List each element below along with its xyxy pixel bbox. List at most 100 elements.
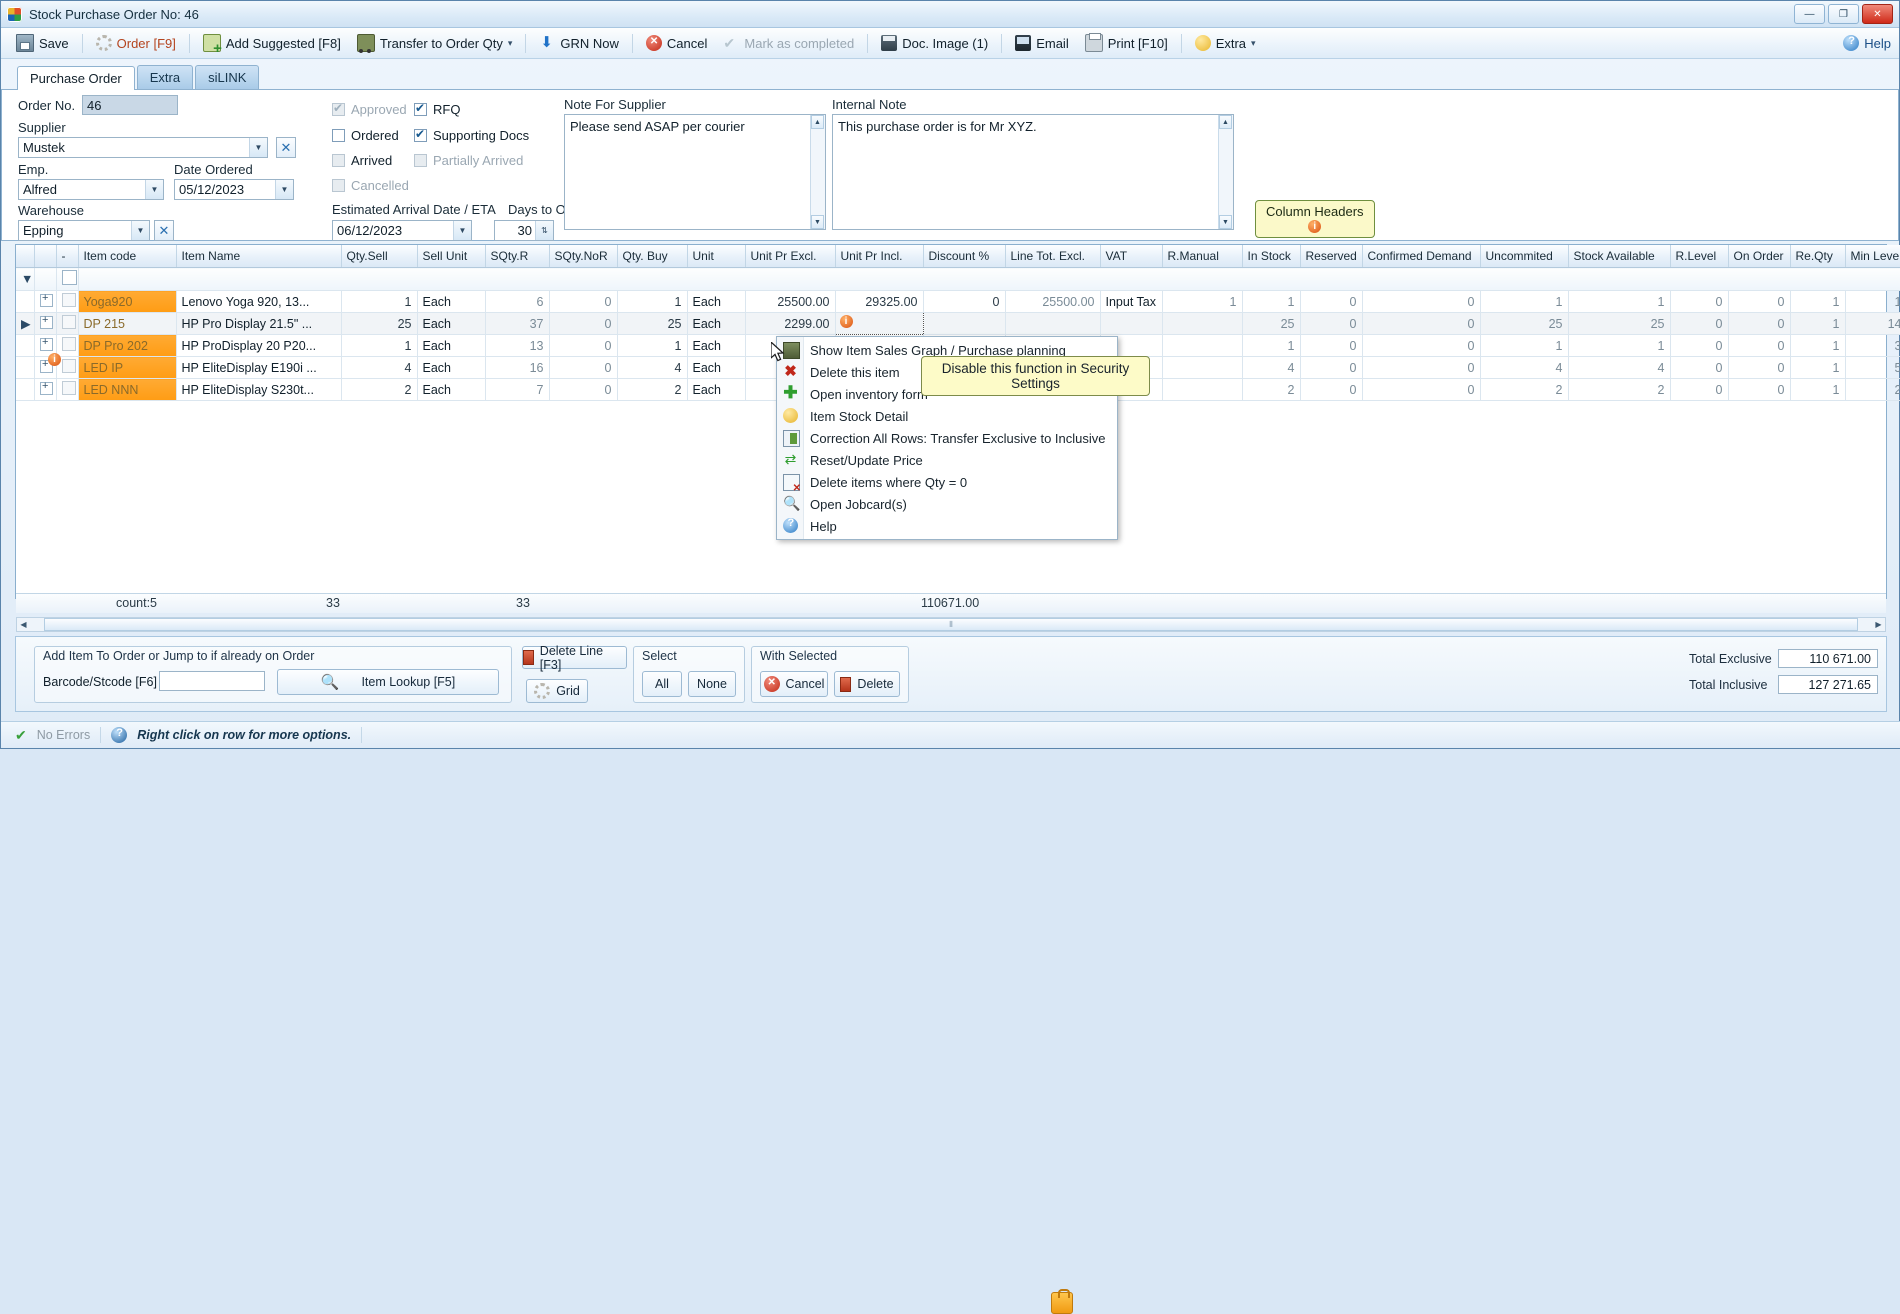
cell-sqty-nor[interactable]: 0 — [549, 356, 618, 379]
cell-sqty-r[interactable]: 37 — [485, 312, 550, 335]
checkbox-supporting-docs-box[interactable] — [414, 127, 427, 142]
cell-r-manual[interactable] — [1162, 356, 1243, 379]
expand-plus-icon[interactable] — [39, 336, 53, 351]
header-line-tot-excl[interactable]: Line Tot. Excl. — [1005, 245, 1101, 268]
supplier-combo[interactable]: Mustek ▼ — [18, 137, 268, 158]
cancel-button[interactable]: Cancel — [639, 32, 714, 54]
cell-sqty-r[interactable]: 7 — [485, 378, 550, 401]
checkbox-approved[interactable]: Approved — [332, 101, 407, 117]
cell-item-name[interactable]: HP EliteDisplay E190i ... — [176, 356, 342, 379]
row-checkbox[interactable] — [56, 334, 79, 357]
cell-in-stock[interactable]: 4 — [1242, 356, 1301, 379]
eta-date-field[interactable]: 06/12/2023 ▼ — [332, 220, 472, 241]
cell-item-name[interactable]: HP EliteDisplay S230t... — [176, 378, 342, 401]
cell-sqty-nor[interactable]: 0 — [549, 378, 618, 401]
header-item-code[interactable]: Item code — [78, 245, 177, 268]
row-expander[interactable] — [34, 290, 57, 313]
cell-sell-unit[interactable]: Each — [417, 290, 486, 313]
cell-uncommited[interactable]: 1 — [1480, 290, 1569, 313]
row-checkbox[interactable] — [56, 312, 79, 335]
cell-r-level[interactable]: 0 — [1670, 356, 1729, 379]
scroll-down-icon[interactable]: ▼ — [811, 215, 824, 229]
cell-min-level[interactable]: 2 — [1845, 378, 1900, 401]
header-min-level[interactable]: Min Level — [1845, 245, 1900, 268]
header-reserved[interactable]: Reserved — [1300, 245, 1363, 268]
checkbox-ordered[interactable]: Ordered — [332, 128, 399, 143]
cell-confirmed-demand[interactable]: 0 — [1362, 334, 1481, 357]
cell-discount[interactable] — [923, 312, 1006, 335]
row-expander[interactable] — [34, 378, 57, 401]
menu-item-delete-items-qty-zero[interactable]: Delete items where Qty = 0 — [777, 471, 1117, 494]
cell-reserved[interactable]: 0 — [1300, 378, 1363, 401]
note-for-supplier-field[interactable]: Please send ASAP per courier ▲ ▼ — [564, 114, 826, 230]
spinner-icon[interactable]: ⇅ — [535, 221, 553, 240]
header-on-order[interactable]: On Order — [1728, 245, 1791, 268]
cell-item-code[interactable]: DP Pro 202 — [78, 334, 177, 357]
cell-stock-available[interactable]: 4 — [1568, 356, 1671, 379]
date-ordered-field[interactable]: 05/12/2023 ▼ — [174, 179, 294, 200]
menu-item-item-stock-detail[interactable]: Item Stock Detail — [777, 405, 1117, 427]
cell-unit-pr-incl[interactable]: 29325.00 — [835, 290, 924, 313]
cell-sell-unit[interactable]: Each — [417, 312, 486, 335]
scroll-up-icon[interactable]: ▲ — [811, 115, 824, 129]
transfer-to-order-qty-button[interactable]: Transfer to Order Qty ▾ — [350, 31, 520, 55]
header-uncommited[interactable]: Uncommited — [1480, 245, 1569, 268]
extra-button[interactable]: Extra ▾ — [1188, 32, 1263, 54]
cell-item-code[interactable]: LED NNN — [78, 378, 177, 401]
item-lookup-button[interactable]: 🔍 Item Lookup [F5] — [277, 669, 499, 695]
close-button[interactable]: ✕ — [1862, 4, 1893, 24]
cell-sqty-nor[interactable]: 0 — [549, 334, 618, 357]
cell-qty-sell[interactable]: 1 — [341, 334, 418, 357]
cell-unit-pr-incl[interactable]: i — [834, 312, 924, 335]
cell-item-name[interactable]: HP Pro Display 21.5" ... — [176, 312, 342, 335]
cell-stock-available[interactable]: 25 — [1568, 312, 1671, 335]
table-row[interactable]: Yoga920 Lenovo Yoga 920, 13... 1 Each 6 … — [16, 290, 1900, 313]
warehouse-combo[interactable]: Epping Warehouse ▼ — [18, 220, 150, 257]
cell-item-name[interactable]: Lenovo Yoga 920, 13... — [176, 290, 342, 313]
cell-r-manual[interactable] — [1162, 312, 1243, 335]
checkbox-supporting-docs[interactable]: Supporting Docs — [414, 127, 529, 143]
scroll-up-icon[interactable]: ▲ — [1219, 115, 1232, 129]
cell-sqty-r[interactable]: 13 — [485, 334, 550, 357]
cell-re-qty[interactable]: 1 — [1790, 334, 1846, 357]
menu-item-open-jobcards[interactable]: 🔍 Open Jobcard(s) — [777, 493, 1117, 515]
cell-vat[interactable] — [1100, 312, 1163, 335]
cell-in-stock[interactable]: 1 — [1242, 290, 1301, 313]
cell-confirmed-demand[interactable]: 0 — [1362, 378, 1481, 401]
cell-uncommited[interactable]: 25 — [1480, 312, 1569, 335]
row-checkbox-icon[interactable] — [61, 337, 76, 351]
cell-in-stock[interactable]: 1 — [1242, 334, 1301, 357]
filter-check[interactable] — [56, 267, 79, 291]
expand-plus-icon[interactable] — [39, 292, 53, 307]
cell-r-level[interactable]: 0 — [1670, 312, 1729, 335]
days-to-order-field[interactable]: 30 ⇅ — [494, 220, 554, 241]
checkbox-ordered-box[interactable] — [332, 129, 345, 142]
emp-combo[interactable]: Alfred ▼ — [18, 179, 164, 200]
cell-stock-available[interactable]: 1 — [1568, 334, 1671, 357]
scroll-left-icon[interactable]: ◀ — [17, 620, 30, 629]
cell-min-level[interactable]: 3 — [1845, 334, 1900, 357]
cell-qty-sell[interactable]: 2 — [341, 378, 418, 401]
grid-button[interactable]: Grid — [526, 679, 588, 703]
cancel-selected-button[interactable]: Cancel — [760, 671, 828, 697]
cell-on-order[interactable]: 0 — [1728, 312, 1791, 335]
cell-sell-unit[interactable]: Each — [417, 356, 486, 379]
cell-uncommited[interactable]: 2 — [1480, 378, 1569, 401]
checkbox-approved-box[interactable] — [332, 101, 345, 116]
cell-unit[interactable]: Each — [687, 356, 746, 379]
lock-icon[interactable] — [1051, 1289, 1073, 1314]
add-suggested-button[interactable]: Add Suggested [F8] — [196, 31, 348, 56]
minimize-button[interactable]: — — [1794, 4, 1825, 24]
cell-r-level[interactable]: 0 — [1670, 334, 1729, 357]
header-item-name[interactable]: Item Name — [176, 245, 342, 268]
cell-r-manual[interactable] — [1162, 378, 1243, 401]
cell-re-qty[interactable]: 1 — [1790, 378, 1846, 401]
scroll-right-icon[interactable]: ▶ — [1872, 620, 1885, 629]
row-checkbox-icon[interactable] — [61, 359, 76, 373]
cell-min-level[interactable]: 1 — [1845, 290, 1900, 313]
header-sqty-nor[interactable]: SQty.NoR — [549, 245, 618, 268]
delete-line-button[interactable]: Delete Line [F3] — [522, 644, 627, 672]
row-expander[interactable] — [34, 312, 57, 335]
cell-re-qty[interactable]: 1 — [1790, 312, 1846, 335]
barcode-input[interactable] — [159, 671, 265, 691]
